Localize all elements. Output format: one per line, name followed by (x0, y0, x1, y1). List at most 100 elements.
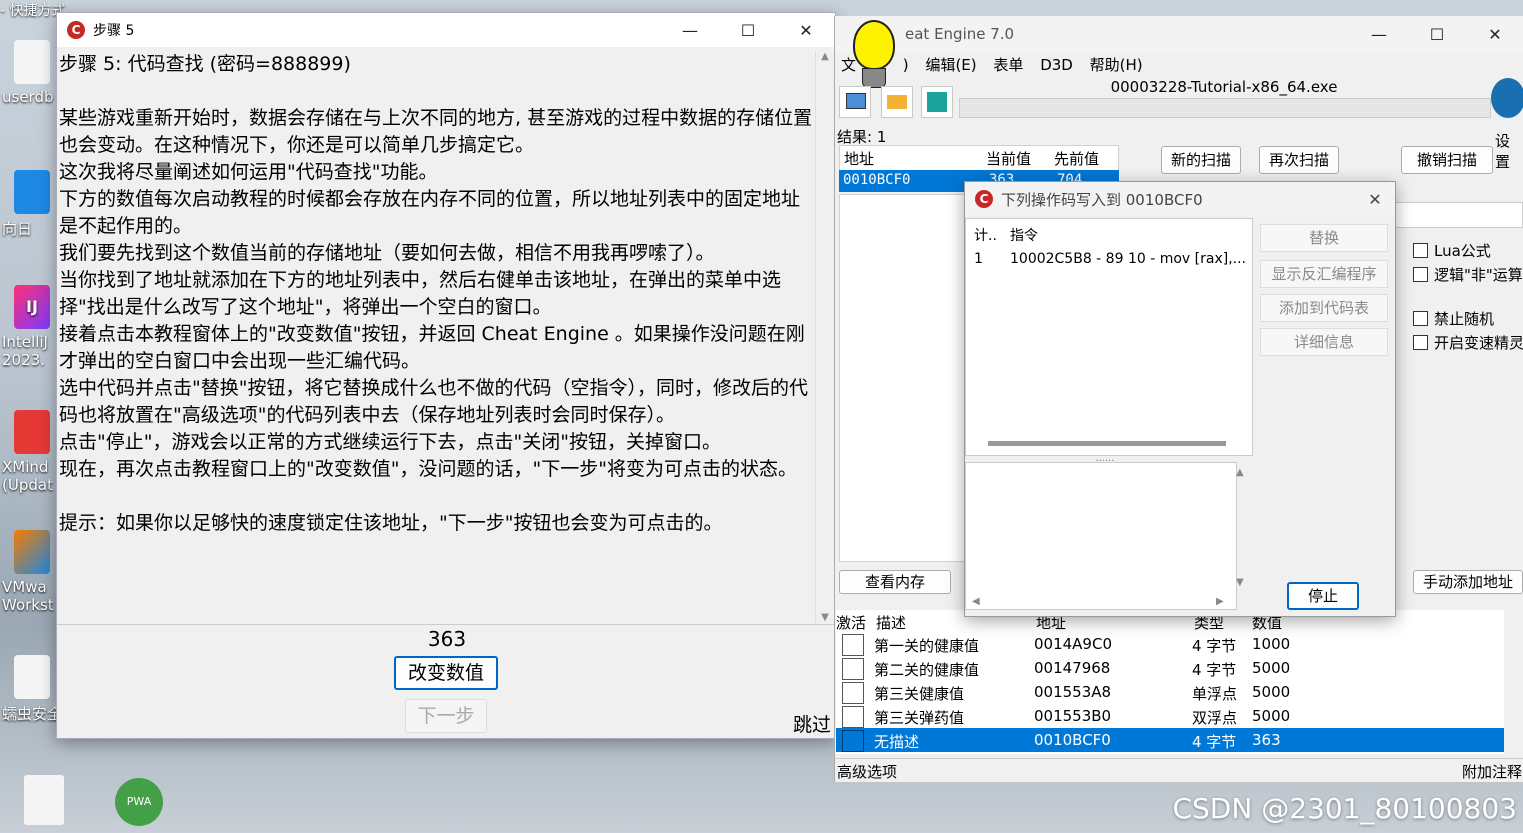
desktop-icon-xmind[interactable]: XMind (Updat (2, 410, 58, 494)
tutorial-text: 步骤 5: 代码查找 (密码=888899) 某些游戏重新开始时，数据会存储在与… (59, 53, 813, 534)
horizontal-scrollbar[interactable] (988, 441, 1226, 446)
logical-not-option[interactable]: 逻辑"非"运算 (1413, 264, 1523, 285)
col-current[interactable]: 当前值 (986, 148, 1031, 169)
row-value: 5000 (1252, 659, 1291, 677)
scroll-up-icon[interactable]: ▲ (1236, 467, 1244, 478)
maximize-icon[interactable]: ☐ (719, 21, 777, 40)
checkbox[interactable] (1413, 267, 1428, 282)
dialog-titlebar[interactable]: C 下列操作码写入到 0010BCF0 ✕ (965, 182, 1395, 216)
change-value-button[interactable]: 改变数值 (394, 656, 498, 690)
opcode-list[interactable]: 计.. 指令 1 10002C5B8 - 89 10 - mov [rax],.… (965, 218, 1253, 456)
scroll-down-icon[interactable]: ▼ (1236, 577, 1244, 588)
file-icon[interactable] (24, 775, 64, 825)
col-active[interactable]: 激活 (836, 612, 866, 633)
undo-scan-button[interactable]: 撤销扫描 (1401, 146, 1493, 174)
new-scan-button[interactable]: 新的扫描 (1161, 146, 1241, 174)
lua-formula-option[interactable]: Lua公式 (1413, 240, 1491, 261)
active-checkbox[interactable] (842, 634, 864, 656)
row-description: 无描述 (874, 733, 920, 751)
tutorial-scrollbar[interactable]: ▲ ▼ (815, 51, 834, 623)
folder-icon (887, 95, 907, 109)
checkbox[interactable] (1413, 311, 1428, 326)
menu-edit[interactable]: 编辑(E) (925, 56, 976, 74)
active-checkbox[interactable] (842, 730, 864, 752)
skip-link[interactable]: 跳过 (793, 710, 831, 737)
col-address[interactable]: 地址 (844, 148, 874, 169)
no-random-option[interactable]: 禁止随机 (1413, 308, 1494, 329)
open-file-button[interactable] (881, 86, 913, 118)
option-label: 开启变速精灵 (1434, 334, 1523, 352)
table-row[interactable]: 第二关的健康值 00147968 4 字节 5000 (836, 656, 1504, 680)
ce-settings-logo-icon[interactable] (1491, 78, 1523, 118)
view-memory-button[interactable]: 查看内存 (839, 570, 951, 594)
desktop-icon-label: 蠕虫安全 (2, 705, 63, 723)
save-button[interactable] (921, 86, 953, 118)
table-row[interactable]: 第三关弹药值 001553B0 双浮点 5000 (836, 704, 1504, 728)
col-description[interactable]: 描述 (876, 612, 906, 633)
window-title: 步骤 5 (93, 23, 135, 39)
file-icon (14, 655, 50, 699)
close-icon[interactable]: ✕ (1466, 25, 1523, 44)
row-address: 0014A9C0 (1034, 635, 1112, 653)
pwa-app-icon[interactable]: PWA (115, 778, 163, 826)
scroll-up-icon[interactable]: ▲ (816, 51, 834, 62)
open-process-button[interactable] (839, 86, 871, 118)
active-checkbox[interactable] (842, 706, 864, 728)
xmind-icon (14, 410, 50, 454)
status-bar: 高级选项 附加注释 (835, 758, 1523, 783)
opcode-instruction[interactable]: 10002C5B8 - 89 10 - mov [rax],... (1010, 251, 1246, 267)
menu-d3d[interactable]: D3D (1040, 56, 1073, 74)
desktop-icon-worm[interactable]: 蠕虫安全 (2, 655, 63, 724)
replace-button[interactable]: 替换 (1260, 224, 1388, 252)
desktop-icon-intellij[interactable]: IJ IntelliJ 2023. (2, 285, 58, 369)
add-address-button[interactable]: 手动添加地址 (1413, 570, 1523, 594)
active-checkbox[interactable] (842, 658, 864, 680)
desktop-icon-sunlogin[interactable]: 向日 (2, 170, 58, 239)
scan-value-input[interactable] (1395, 202, 1523, 228)
minimize-icon[interactable]: — (1350, 25, 1408, 44)
row-description: 第三关弹药值 (874, 709, 965, 727)
checkbox[interactable] (1413, 243, 1428, 258)
show-disassembler-button[interactable]: 显示反汇编程序 (1260, 260, 1388, 288)
menu-file-tail[interactable]: ) (903, 56, 909, 74)
minimize-icon[interactable]: — (661, 21, 719, 40)
table-comments-link[interactable]: 附加注释 (1462, 761, 1522, 782)
menu-help[interactable]: 帮助(H) (1090, 56, 1143, 74)
desktop-icon-vmware[interactable]: VMwa Workst (2, 530, 58, 614)
col-count[interactable]: 计.. (974, 225, 997, 245)
desktop-icon-label: XMind (2, 458, 49, 476)
sunlogin-icon (14, 170, 50, 214)
table-row[interactable]: 第三关健康值 001553A8 单浮点 5000 (836, 680, 1504, 704)
cheat-engine-logo-icon: C (67, 21, 85, 39)
next-step-button[interactable]: 下一步 (405, 699, 487, 733)
more-info-button[interactable]: 详细信息 (1260, 328, 1388, 356)
menu-file[interactable]: 文 (841, 56, 856, 74)
col-previous[interactable]: 先前值 (1054, 148, 1099, 169)
row-address: 0010BCF0 (1034, 731, 1111, 749)
checkbox[interactable] (1413, 335, 1428, 350)
settings-label[interactable]: 设置 (1495, 130, 1523, 172)
col-instruction[interactable]: 指令 (1010, 225, 1038, 245)
desktop-icon-label: 向日 (2, 220, 33, 238)
close-icon[interactable]: ✕ (1355, 190, 1395, 209)
maximize-icon[interactable]: ☐ (1408, 25, 1466, 44)
stop-button[interactable]: 停止 (1287, 582, 1359, 610)
opcode-details[interactable]: ◀ ▶ ▲ ▼ (965, 462, 1244, 610)
scroll-right-icon[interactable]: ▶ (1216, 596, 1224, 607)
table-row[interactable]: 第一关的健康值 0014A9C0 4 字节 1000 (836, 632, 1504, 656)
tutorial-titlebar[interactable]: C 步骤 5 — ☐ ✕ (57, 13, 835, 47)
speedhack-option[interactable]: 开启变速精灵 (1413, 332, 1523, 353)
add-to-codelist-button[interactable]: 添加到代码表 (1260, 294, 1388, 322)
ce-titlebar[interactable]: eat Engine 7.0 — ☐ ✕ (835, 16, 1523, 52)
desktop-icon-userdb[interactable]: userdb (2, 40, 58, 106)
advanced-options-link[interactable]: 高级选项 (837, 761, 897, 782)
row-description: 第一关的健康值 (874, 637, 980, 655)
table-row-selected[interactable]: 无描述 0010BCF0 4 字节 363 (836, 728, 1504, 752)
scroll-down-icon[interactable]: ▼ (816, 612, 834, 623)
menu-table[interactable]: 表单 (993, 56, 1023, 74)
desktop-icon-label: userdb (2, 88, 54, 106)
scroll-left-icon[interactable]: ◀ (972, 596, 980, 607)
active-checkbox[interactable] (842, 682, 864, 704)
close-icon[interactable]: ✕ (777, 21, 835, 40)
next-scan-button[interactable]: 再次扫描 (1259, 146, 1339, 174)
